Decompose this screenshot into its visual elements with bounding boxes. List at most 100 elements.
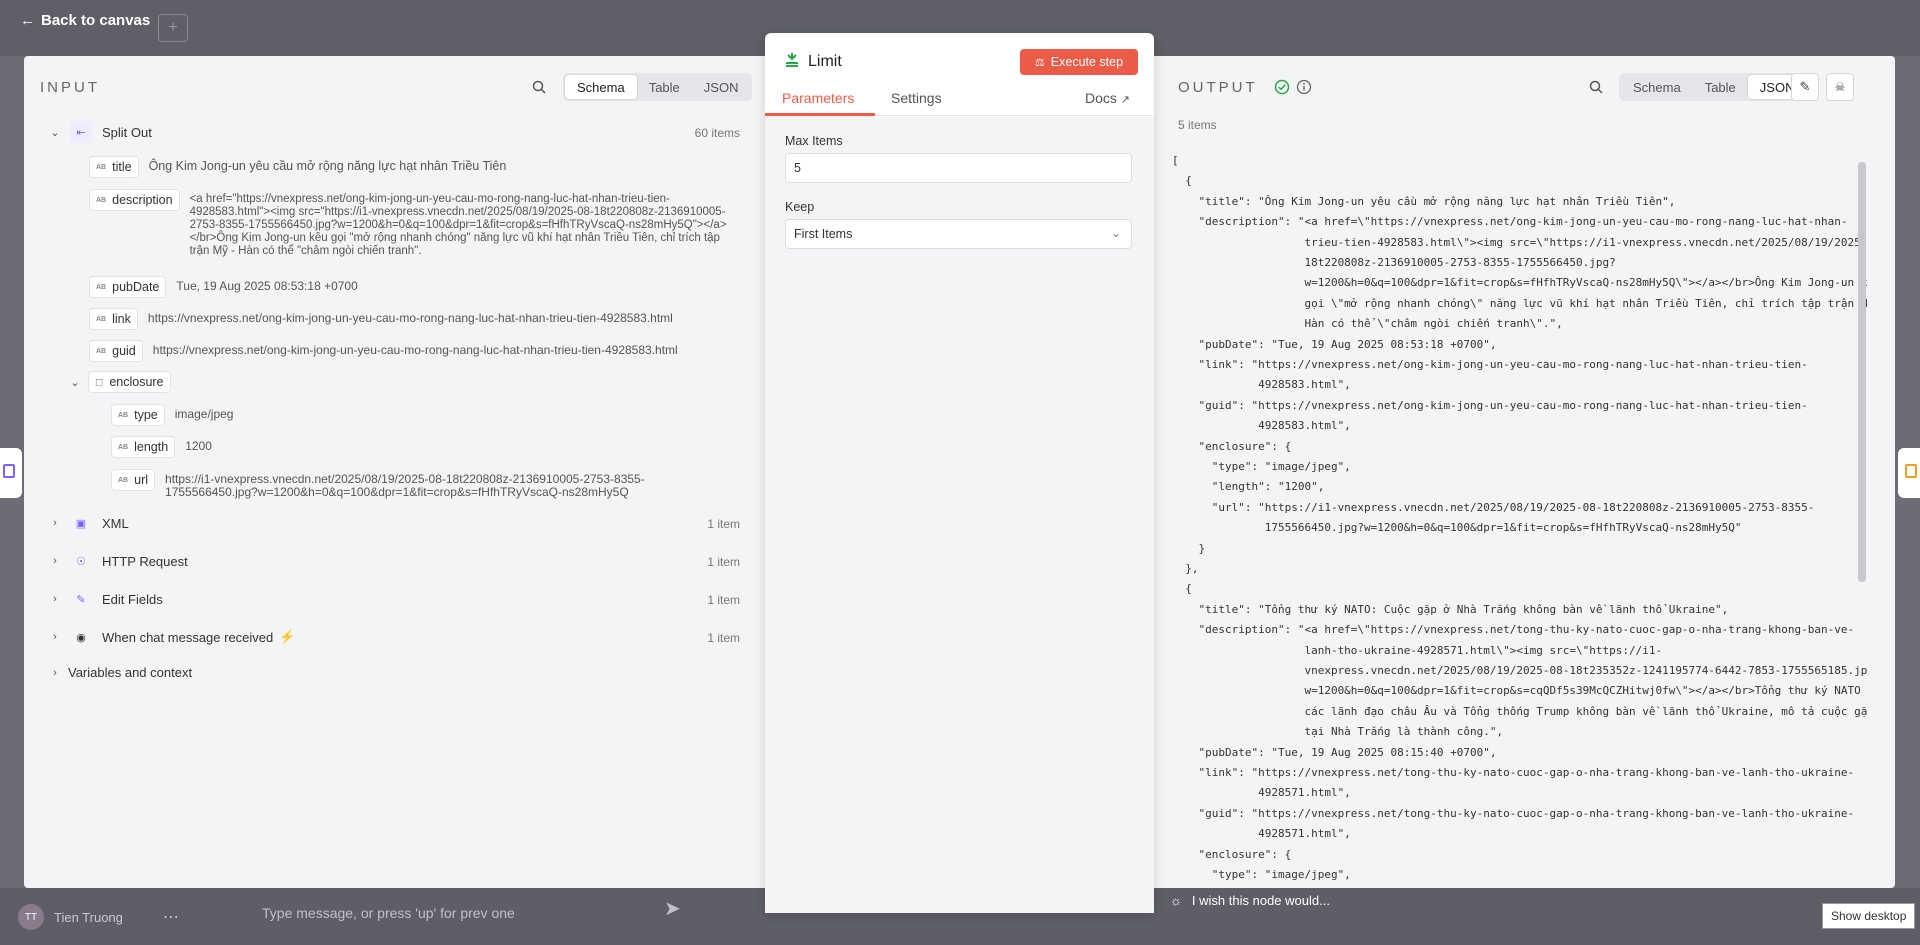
pencil-icon: ✎	[76, 593, 86, 606]
node-label: XML	[102, 515, 129, 531]
chevron-down-icon: ⌄	[70, 376, 80, 389]
field-pill[interactable]: AB title	[89, 156, 139, 178]
output-scrollbar[interactable]	[1858, 162, 1866, 582]
tree-node-http-request[interactable]: › ☉ HTTP Request	[48, 550, 188, 572]
json-line: 4928583.html",	[1172, 378, 1351, 392]
tab-schema[interactable]: Schema	[1621, 75, 1693, 99]
json-line: "guid": "https://vnexpress.net/ong-kim-j…	[1172, 398, 1808, 412]
node-count: 1 item	[707, 631, 740, 645]
edit-output-button[interactable]: ✎	[1791, 73, 1819, 101]
json-line: vnexpress.vnecdn.net/2025/08/19/2025-08-…	[1172, 664, 1868, 677]
search-icon[interactable]	[532, 80, 546, 94]
field-title[interactable]: AB title Ông Kim Jong-un yêu cầu mở rộng …	[89, 156, 506, 178]
string-type-icon: AB	[96, 196, 107, 204]
chevron-right-icon: ›	[53, 666, 57, 679]
field-pill[interactable]: AB length	[111, 436, 176, 458]
field-description[interactable]: AB description <a href="https://vnexpress…	[89, 189, 730, 258]
info-icon[interactable]	[1296, 79, 1312, 95]
execute-step-button[interactable]: ⚖ Execute step	[1020, 49, 1138, 75]
field-link[interactable]: AB link https://vnexpress.net/ong-kim-jon…	[89, 308, 673, 330]
tab-json[interactable]: JSON	[692, 75, 751, 99]
chevron-right-icon: ›	[53, 631, 57, 643]
tab-parameters[interactable]: Parameters	[782, 90, 854, 106]
keep-select[interactable]: First Items ⌄	[785, 219, 1132, 249]
right-panel-toggle[interactable]	[1898, 448, 1920, 498]
json-line: trieu-tien-4928583.html\"><img src=\"htt…	[1172, 235, 1868, 249]
field-url[interactable]: AB url https://i1-vnexpress.vnecdn.net/20…	[111, 469, 705, 499]
node-header: Limit ⚖ Execute step Parameters Settings…	[765, 33, 1154, 116]
json-line: "link": "https://vnexpress.net/ong-kim-j…	[1172, 358, 1808, 371]
chevron-down-icon: ⌄	[50, 126, 60, 139]
field-pill[interactable]: AB description	[89, 189, 180, 211]
string-type-icon: AB	[118, 443, 129, 451]
output-view-switch: Schema Table JSON	[1619, 73, 1809, 101]
parameters-body: Max Items 5 Keep First Items ⌄	[765, 117, 1154, 913]
node-title[interactable]: Limit	[808, 53, 842, 71]
json-line: "pubDate": "Tue, 19 Aug 2025 08:53:18 +0…	[1172, 337, 1497, 351]
node-label: Split Out	[102, 124, 152, 140]
field-value: <a href="https://vnexpress.net/ong-kim-j…	[189, 193, 727, 257]
node-label: When chat message received	[102, 629, 274, 645]
tree-node-xml[interactable]: › ▣ XML	[48, 512, 129, 534]
object-icon: ◻	[95, 376, 104, 388]
field-guid[interactable]: AB guid https://vnexpress.net/ong-kim-jon…	[89, 340, 678, 362]
json-line: "title": "Ông Kim Jong-un yêu cầu mở rộn…	[1172, 194, 1676, 208]
json-line: w=1200&h=0&q=100&dpr=1&fit=crop&s=fHfhTR…	[1172, 276, 1868, 290]
field-length[interactable]: AB length 1200	[111, 436, 212, 458]
json-line: 4928571.html",	[1172, 786, 1351, 800]
json-line: "type": "image/jpeg",	[1172, 460, 1351, 473]
field-pill[interactable]: AB link	[89, 308, 138, 330]
string-type-icon: AB	[96, 347, 107, 355]
tree-node-edit-fields[interactable]: › ✎ Edit Fields	[48, 588, 163, 610]
more-icon[interactable]: ⋯	[163, 907, 179, 927]
list-icon	[3, 464, 15, 478]
json-line: "pubDate": "Tue, 19 Aug 2025 08:15:40 +0…	[1172, 745, 1497, 759]
trigger-bolt-icon: ⚡	[279, 629, 296, 644]
max-items-input[interactable]: 5	[785, 153, 1132, 183]
json-line: },	[1172, 562, 1199, 575]
back-to-canvas-button[interactable]: ← Back to canvas	[20, 12, 150, 29]
clipboard-icon	[1905, 464, 1917, 478]
json-line: "enclosure": {	[1172, 847, 1292, 861]
field-pill[interactable]: AB type	[111, 404, 165, 426]
tree-node-chat-trigger[interactable]: › ◉ When chat message received ⚡	[48, 626, 295, 648]
max-items-label: Max Items	[785, 134, 843, 148]
field-pubdate[interactable]: AB pubDate Tue, 19 Aug 2025 08:53:18 +070…	[89, 276, 358, 298]
field-value: https://vnexpress.net/ong-kim-jong-un-ye…	[147, 311, 673, 325]
pin-output-button[interactable]: ☠	[1826, 73, 1854, 101]
globe-icon: ☉	[76, 555, 86, 568]
tab-table[interactable]: Table	[1693, 75, 1748, 99]
json-line: "link": "https://vnexpress.net/tong-thu-…	[1172, 766, 1855, 779]
field-type[interactable]: AB type image/jpeg	[111, 404, 233, 426]
field-pill[interactable]: AB pubDate	[89, 276, 167, 298]
avatar: TT	[18, 904, 44, 930]
field-value: https://i1-vnexpress.vnecdn.net/2025/08/…	[165, 472, 645, 499]
left-panel-toggle[interactable]	[0, 448, 22, 498]
tree-node-enclosure[interactable]: ⌄ ◻ enclosure	[68, 371, 171, 393]
file-icon: ▣	[75, 517, 87, 530]
field-pill[interactable]: ◻ enclosure	[88, 371, 171, 393]
feedback-link[interactable]: ☼ I wish this node would...	[1170, 893, 1330, 908]
tree-node-split-out[interactable]: ⌄ ⇤ Split Out	[48, 121, 152, 143]
json-output-view[interactable]: [ { "title": "Ông Kim Jong-un yêu cầu mở…	[1172, 154, 1868, 888]
field-pill[interactable]: AB url	[111, 469, 156, 491]
user-menu[interactable]: TT Tien Truong ⋯	[18, 904, 179, 930]
tab-schema[interactable]: Schema	[565, 75, 637, 99]
json-line: "description": "<a href=\"https://vnexpr…	[1172, 215, 1848, 229]
json-line: lanh-tho-ukraine-4928571.html\"><img src…	[1172, 643, 1663, 657]
json-line: "url": "https://i1-vnexpress.vnecdn.net/…	[1172, 500, 1815, 514]
json-line: "description": "<a href=\"https://vnexpr…	[1172, 623, 1855, 637]
send-icon[interactable]: ➤	[664, 896, 681, 921]
add-node-button[interactable]: +	[158, 14, 188, 42]
node-count: 60 items	[694, 126, 740, 140]
search-icon[interactable]	[1589, 80, 1603, 94]
chat-input[interactable]: Type message, or press 'up' for prev one	[214, 896, 694, 930]
field-pill[interactable]: AB guid	[89, 340, 143, 362]
json-line: "enclosure": {	[1172, 439, 1292, 453]
tree-node-variables[interactable]: › Variables and context	[48, 665, 192, 680]
pencil-icon: ✎	[1799, 79, 1811, 94]
docs-link[interactable]: Docs ↗	[1085, 90, 1130, 106]
json-line: 4928583.html",	[1172, 419, 1351, 433]
tab-settings[interactable]: Settings	[891, 90, 942, 106]
tab-table[interactable]: Table	[637, 75, 692, 99]
